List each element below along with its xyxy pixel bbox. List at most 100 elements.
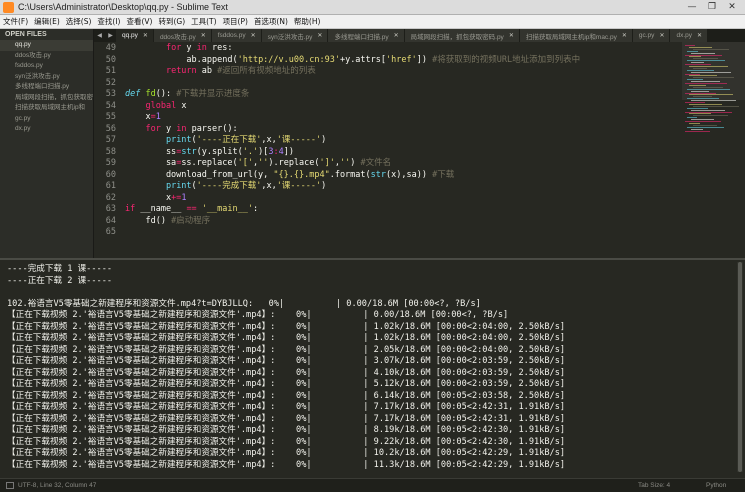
line-number: 52 (105, 77, 116, 88)
line-number: 59 (105, 158, 116, 168)
code-line[interactable]: 54 global x (94, 101, 682, 113)
sidebar-file-ddos[interactable]: ddos攻击.py (0, 51, 93, 62)
tab-size-indicator[interactable]: Tab Size: 4 (638, 482, 670, 489)
line-number: 49 (105, 43, 116, 53)
code-token: y (160, 123, 177, 134)
code-token: in (196, 43, 207, 53)
code-line[interactable]: 60 download_from_url(y, "{}.{}.mp4".form… (94, 170, 682, 182)
code-token: +y.attrs[ (339, 54, 387, 65)
menu-selection[interactable]: 选择(S) (63, 16, 95, 27)
syntax-indicator[interactable]: Python (706, 482, 726, 489)
code-line[interactable]: 53 def fd(): #下载并显示进度条 (94, 89, 682, 101)
code-line[interactable]: 63 if __name__ == '__main__': (94, 204, 682, 216)
tab-portscan[interactable]: 多线程端口扫描.py ✕ (328, 29, 405, 42)
code-token: print (165, 181, 192, 191)
minimap-line (691, 109, 725, 111)
code-line[interactable]: 62 x+=1 (94, 193, 682, 205)
code-line[interactable]: 59 sa=ss.replace('[','').replace(']','')… (94, 158, 682, 170)
menu-find[interactable]: 查找(I) (94, 16, 123, 27)
tab-label: dx.py (676, 32, 693, 39)
code-line[interactable]: 51 return ab #返回所有视频地址的列表 (94, 66, 682, 78)
code-line[interactable]: 50 ab.append('http://v.u00.cn:93'+y.attr… (94, 55, 682, 67)
menu-tools[interactable]: 工具(T) (188, 16, 219, 27)
code-line[interactable]: 52 (94, 78, 682, 90)
tab-syn[interactable]: syn泛洪攻击.py ✕ (261, 29, 329, 42)
code-editor[interactable]: 49 for y in res: 50 ab.append('http://v.u… (94, 42, 682, 249)
tab-label: 局域网段扫描，抓包获取密码.py (410, 33, 504, 41)
code-line[interactable]: 58 ss=str(y.split('.')[3:4]) (94, 147, 682, 159)
sidebar-file-lanscan[interactable]: 局域网段扫描，抓包获取密码 (0, 93, 93, 104)
menu-project[interactable]: 项目(P) (220, 16, 251, 27)
code-token: "{}.{}.mp4" (273, 169, 330, 180)
minimize-button[interactable]: — (683, 1, 701, 13)
output-line: 102.裕语言V5零基础之新建程序和资源文件.mp4?t=DYBJLLQ: 0%… (7, 298, 481, 309)
tab-lanscan[interactable]: 局域网段扫描，抓包获取密码.py ✕ (404, 29, 520, 42)
tab-fsddos[interactable]: fsddos.py ✕ (211, 29, 262, 42)
code-token: (): (155, 89, 177, 99)
code-token: ss (125, 146, 177, 157)
close-icon[interactable]: ✕ (509, 32, 514, 39)
code-token: : (253, 204, 259, 214)
panel-toggle-icon[interactable] (6, 482, 14, 489)
menu-file[interactable]: 文件(F) (0, 16, 31, 27)
tab-label: fsddos.py (217, 32, 246, 39)
output-scrollbar[interactable] (737, 262, 743, 472)
code-line[interactable]: 55 x=1 (94, 112, 682, 124)
output-line: 【正在下载视频 2.'裕语言V5零基础之新建程序和资源文件'.mp4】: 0%|… (7, 459, 566, 470)
close-icon[interactable]: ✕ (251, 32, 256, 39)
menu-view[interactable]: 查看(V) (123, 16, 155, 27)
close-icon[interactable]: ✕ (143, 32, 148, 39)
menu-preferences[interactable]: 首选项(N) (251, 16, 291, 27)
code-token: '课-----' (276, 181, 322, 191)
minimap-line (685, 92, 716, 94)
menu-help[interactable]: 帮助(H) (291, 16, 324, 27)
close-icon[interactable]: ✕ (201, 32, 206, 39)
sidebar-file-portscan[interactable]: 多线程端口扫描.py (0, 82, 93, 93)
output-line: 【正在下载视频 2.'裕语言V5零基础之新建程序和资源文件'.mp4】: 0%|… (7, 310, 509, 320)
code-text: global x (125, 101, 186, 113)
code-line[interactable]: 56 for y in parser(): (94, 124, 682, 136)
minimap-line (687, 88, 730, 90)
code-line[interactable]: 57 print('----正在下载',x,'课-----') (94, 135, 682, 147)
sidebar-file-ipmac[interactable]: 扫描获取局域网主机ip和 (0, 103, 93, 114)
line-number: 53 (105, 89, 116, 99)
line-number: 56 (105, 123, 116, 134)
output-line: 【正在下载视频 2.'裕语言V5零基础之新建程序和资源文件'.mp4】: 0%|… (7, 333, 566, 343)
tab-ipmac[interactable]: 扫描获取局域网主机ip和mac.py ✕ (519, 29, 633, 42)
output-line: 【正在下载视频 2.'裕语言V5零基础之新建程序和资源文件'.mp4】: 0%|… (7, 379, 566, 389)
minimap-line (693, 67, 707, 69)
close-icon[interactable]: ✕ (317, 32, 322, 39)
sidebar-file-dx[interactable]: dx.py (0, 124, 93, 135)
output-scrollbar-thumb[interactable] (738, 262, 742, 472)
minimap-line (691, 100, 736, 102)
tab-right-arrow-icon[interactable]: ▶ (108, 32, 113, 39)
tab-scroll-arrows: ◀ ▶ (94, 29, 116, 42)
tab-label: ddos攻击.py (159, 33, 196, 41)
sidebar-file-gc[interactable]: gc.py (0, 114, 93, 125)
maximize-button[interactable]: ❐ (703, 1, 721, 13)
close-icon[interactable]: ✕ (659, 32, 664, 39)
tab-left-arrow-icon[interactable]: ◀ (97, 32, 102, 39)
sidebar-file-qq[interactable]: qq.py (0, 40, 93, 51)
code-token: __name__ (135, 204, 187, 214)
close-icon[interactable]: ✕ (394, 32, 399, 39)
build-output-panel[interactable]: ----完成下载 1 课----- ----正在下载 2 课----- 102.裕语… (0, 260, 735, 475)
tab-dx[interactable]: dx.py ✕ (670, 29, 709, 42)
code-line[interactable]: 65 (94, 227, 682, 239)
sidebar-file-fsddos[interactable]: fsddos.py (0, 61, 93, 72)
minimap[interactable] (682, 42, 745, 249)
code-token: ) (321, 135, 327, 145)
close-icon[interactable]: ✕ (697, 32, 702, 39)
menu-edit[interactable]: 编辑(E) (31, 16, 63, 27)
tab-gc[interactable]: gc.py ✕ (632, 29, 671, 42)
code-line[interactable]: 61 print('----完成下载',x,'课-----') (94, 181, 682, 193)
sidebar-file-syn[interactable]: syn泛洪攻击.py (0, 72, 93, 83)
menu-goto[interactable]: 转到(G) (155, 16, 188, 27)
tab-qq[interactable]: qq.py ✕ (116, 29, 154, 42)
close-icon[interactable]: ✕ (622, 32, 627, 39)
code-line[interactable]: 49 for y in res: (94, 43, 682, 55)
code-line[interactable]: 64 fd() #启动程序 (94, 216, 682, 228)
tab-ddos[interactable]: ddos攻击.py ✕ (153, 29, 212, 42)
close-button[interactable]: ✕ (723, 1, 741, 13)
